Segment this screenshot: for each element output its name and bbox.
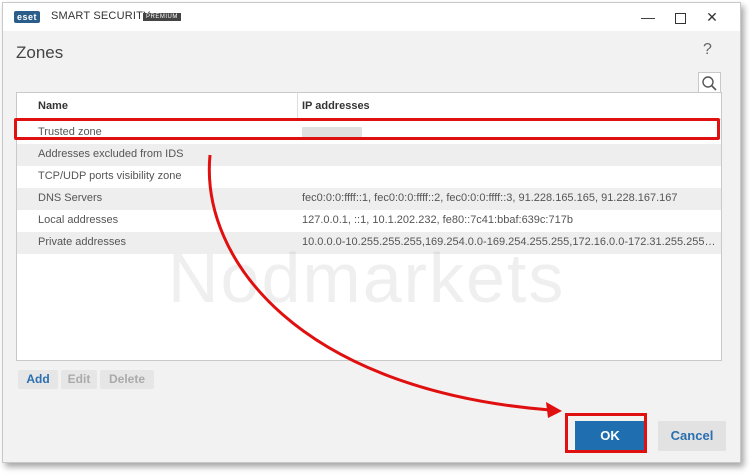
row-name: Addresses excluded from IDS [38, 148, 184, 160]
app-name: SMART SECURITY [51, 10, 151, 22]
search-icon [702, 76, 717, 91]
row-name: TCP/UDP ports visibility zone [38, 170, 182, 182]
column-header-ip[interactable]: IP addresses [302, 100, 370, 112]
edit-button[interactable]: Edit [61, 370, 97, 389]
close-button[interactable]: ✕ [700, 7, 724, 27]
cancel-button[interactable]: Cancel [658, 421, 726, 451]
add-button[interactable]: Add [18, 370, 58, 389]
trusted-zone-highlight [14, 118, 720, 140]
page-title: Zones [16, 43, 64, 62]
row-name: DNS Servers [38, 192, 103, 204]
zones-dialog: eset SMART SECURITY PREMIUM — ✕ Zones ? … [2, 2, 741, 463]
eset-logo: eset [14, 11, 41, 23]
help-icon[interactable]: ? [703, 41, 712, 59]
column-divider[interactable] [297, 93, 298, 119]
ok-button-highlight [565, 413, 647, 453]
maximize-icon [674, 12, 686, 24]
row-ip: 127.0.0.1, ::1, 10.1.202.232, fe80::7c41… [302, 214, 573, 226]
table-row-dns-servers[interactable]: DNS Servers fec0:0:0:ffff::1, fec0:0:0:f… [17, 188, 721, 210]
table-row-tcp-udp-zone[interactable]: TCP/UDP ports visibility zone [17, 166, 721, 188]
title-bar: eset SMART SECURITY PREMIUM — ✕ [3, 3, 740, 31]
column-header-name[interactable]: Name [38, 100, 68, 112]
row-name: Private addresses [38, 236, 127, 248]
table-row-ids-excluded[interactable]: Addresses excluded from IDS [17, 144, 721, 166]
maximize-button[interactable] [668, 7, 692, 27]
watermark: Nodmarkets [168, 239, 566, 317]
premium-badge: PREMIUM [143, 13, 181, 21]
row-name: Local addresses [38, 214, 119, 226]
minimize-button[interactable]: — [636, 7, 660, 27]
table-header: Name IP addresses [17, 93, 721, 120]
row-ip: fec0:0:0:ffff::1, fec0:0:0:ffff::2, fec0… [302, 192, 678, 204]
table-row-local-addresses[interactable]: Local addresses 127.0.0.1, ::1, 10.1.202… [17, 210, 721, 232]
delete-button[interactable]: Delete [100, 370, 154, 389]
